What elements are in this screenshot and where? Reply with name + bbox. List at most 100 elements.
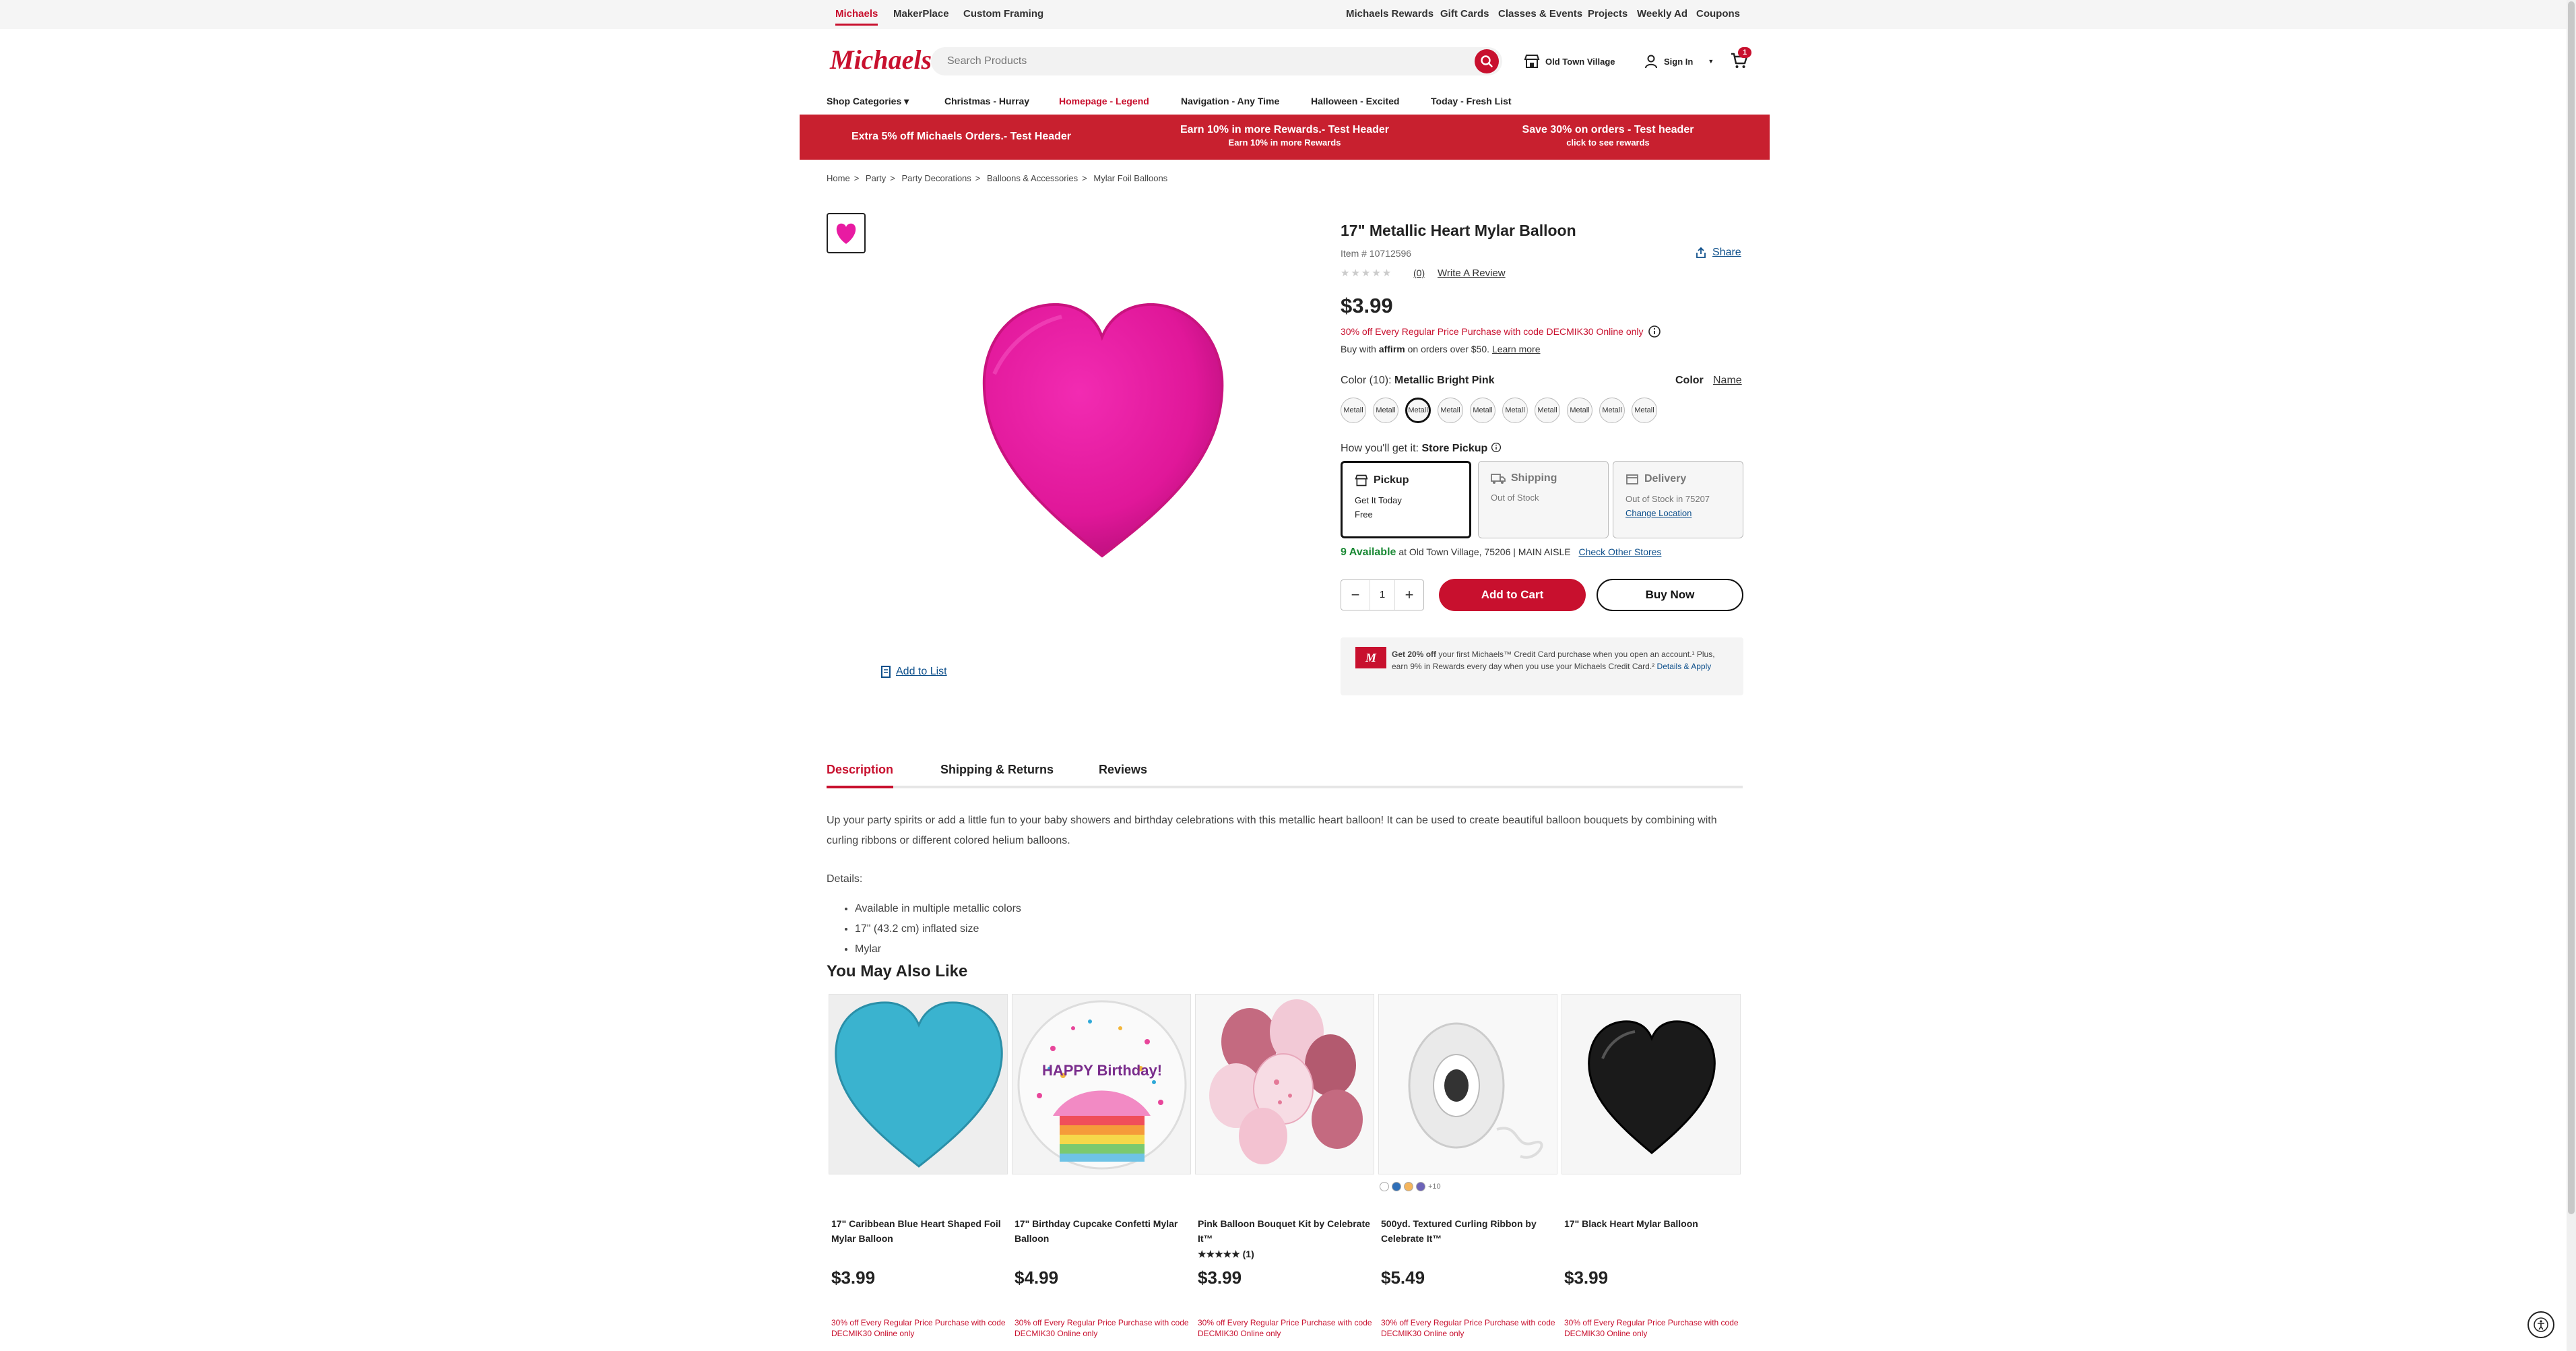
product-card[interactable]: Pink Balloon Bouquet Kit by Celebrate It… — [1195, 994, 1374, 1338]
color-swatch[interactable]: Metall — [1373, 398, 1398, 423]
color-swatches: Metall Metall Metall Metall Metall Metall Meta… — [1341, 398, 1657, 423]
color-label: Color (10): Metallic Bright Pink — [1341, 375, 1495, 387]
product-card[interactable]: 17" Caribbean Blue Heart Shaped Foil Myl… — [829, 994, 1008, 1338]
tab-description[interactable]: Description — [827, 763, 894, 788]
change-location-link[interactable]: Change Location — [1625, 508, 1692, 518]
swatch-blue[interactable] — [1392, 1182, 1401, 1191]
swatch-white[interactable] — [1380, 1182, 1389, 1191]
add-to-cart-button[interactable]: Add to Cart — [1439, 579, 1586, 611]
product-card-name[interactable]: 500yd. Textured Curling Ribbon by Celebr… — [1381, 1216, 1555, 1246]
name-view-toggle[interactable]: Name — [1713, 375, 1742, 387]
learn-more-link[interactable]: Learn more — [1492, 344, 1541, 354]
link-michaels-rewards[interactable]: Michaels Rewards — [1346, 8, 1434, 20]
tab-custom-framing[interactable]: Custom Framing — [963, 8, 1043, 20]
nav-navigation[interactable]: Navigation - Any Time — [1181, 96, 1279, 106]
product-price: $3.99 — [1341, 294, 1393, 317]
accessibility-icon — [2534, 1317, 2548, 1332]
swatch-orange[interactable] — [1404, 1182, 1413, 1191]
info-icon[interactable] — [1491, 442, 1502, 453]
delivery-option[interactable]: Delivery Out of Stock in 75207 Change Lo… — [1613, 461, 1743, 538]
color-swatch[interactable]: Metall — [1341, 398, 1366, 423]
shipping-title: Shipping — [1511, 472, 1557, 484]
crumb-balloons[interactable]: Balloons & Accessories — [987, 173, 1078, 183]
available-detail: at Old Town Village, 75206 | MAIN AISLE — [1398, 546, 1571, 557]
details-apply-link[interactable]: Details & Apply — [1657, 662, 1712, 671]
decrement-button[interactable]: − — [1341, 580, 1370, 610]
search-input[interactable] — [931, 47, 1443, 75]
curling-ribbon-image — [1408, 1022, 1543, 1159]
product-card-name[interactable]: 17" Caribbean Blue Heart Shaped Foil Myl… — [831, 1216, 1005, 1246]
tab-reviews[interactable]: Reviews — [1099, 763, 1147, 788]
crumb-party-decorations[interactable]: Party Decorations — [901, 173, 971, 183]
crumb-mylar[interactable]: Mylar Foil Balloons — [1093, 173, 1167, 183]
link-weekly-ad[interactable]: Weekly Ad — [1637, 8, 1687, 20]
link-coupons[interactable]: Coupons — [1696, 8, 1740, 20]
product-tabs: Description Shipping & Returns Reviews — [827, 763, 1743, 788]
quantity-value[interactable]: 1 — [1370, 580, 1395, 610]
promo-item-3[interactable]: Save 30% on orders - Test header click to… — [1446, 124, 1770, 148]
sign-in-button[interactable]: Sign In ▼ — [1644, 54, 1714, 69]
color-swatch[interactable]: Metall — [1599, 398, 1625, 423]
pickup-option[interactable]: Pickup Get It Today Free — [1341, 461, 1471, 538]
breadcrumb: Home > Party > Party Decorations > Balloons… — [827, 173, 1168, 183]
check-other-stores-link[interactable]: Check Other Stores — [1578, 546, 1661, 557]
color-swatch[interactable]: Metall — [1535, 398, 1560, 423]
share-icon — [1696, 247, 1706, 258]
link-classes-events[interactable]: Classes & Events — [1498, 8, 1582, 20]
product-thumbnail[interactable] — [827, 213, 866, 253]
store-name: Old Town Village — [1545, 56, 1615, 67]
you-may-also-like-title: You May Also Like — [827, 962, 968, 980]
product-card-name[interactable]: 17" Birthday Cupcake Confetti Mylar Ball… — [1015, 1216, 1188, 1246]
color-swatch[interactable]: Metall — [1438, 398, 1463, 423]
color-swatch[interactable]: Metall — [1502, 398, 1528, 423]
product-card-name[interactable]: Pink Balloon Bouquet Kit by Celebrate It… — [1198, 1216, 1372, 1246]
nav-shop-categories[interactable]: Shop Categories ▾ — [827, 96, 909, 107]
share-button[interactable]: Share — [1695, 247, 1741, 259]
nav-halloween[interactable]: Halloween - Excited — [1311, 96, 1399, 106]
increment-button[interactable]: + — [1395, 580, 1423, 610]
delivery-title: Delivery — [1644, 473, 1687, 484]
tab-shipping-returns[interactable]: Shipping & Returns — [940, 763, 1054, 788]
promo-item-1[interactable]: Extra 5% off Michaels Orders.- Test Head… — [800, 131, 1123, 143]
review-count[interactable]: (0) — [1413, 268, 1425, 278]
color-swatch[interactable]: Metall — [1632, 398, 1657, 423]
product-card[interactable]: 500yd. Textured Curling Ribbon by Celebr… — [1378, 994, 1557, 1338]
color-swatch[interactable]: Metall — [1470, 398, 1495, 423]
product-image-heart-balloon[interactable] — [967, 296, 1237, 566]
how-you-get-it: How you'll get it: Store Pickup — [1341, 442, 1502, 455]
crumb-home[interactable]: Home — [827, 173, 850, 183]
tab-michaels[interactable]: Michaels — [835, 8, 878, 26]
shipping-option[interactable]: Shipping Out of Stock — [1478, 461, 1609, 538]
tab-makerplace[interactable]: MakerPlace — [893, 8, 949, 20]
nav-today-fresh[interactable]: Today - Fresh List — [1431, 96, 1512, 106]
product-card-name[interactable]: 17" Black Heart Mylar Balloon — [1564, 1216, 1738, 1231]
nav-christmas[interactable]: Christmas - Hurray — [944, 96, 1029, 106]
crumb-party[interactable]: Party — [866, 173, 886, 183]
accessibility-button[interactable] — [2527, 1311, 2554, 1338]
search-button[interactable] — [1475, 49, 1499, 73]
nav-homepage-legend[interactable]: Homepage - Legend — [1059, 96, 1149, 106]
buy-now-button[interactable]: Buy Now — [1597, 579, 1743, 611]
product-card-price: $3.99 — [1198, 1267, 1242, 1288]
scrollbar-thumb[interactable] — [2568, 1, 2575, 1214]
color-view-toggle[interactable]: Color — [1675, 375, 1704, 387]
link-projects[interactable]: Projects — [1588, 8, 1628, 20]
product-card-image — [1378, 994, 1557, 1174]
color-swatch[interactable]: Metall — [1405, 398, 1431, 423]
link-gift-cards[interactable]: Gift Cards — [1440, 8, 1489, 20]
store-icon — [1524, 55, 1540, 68]
product-card-image — [829, 994, 1008, 1174]
promo-item-2[interactable]: Earn 10% in more Rewards.- Test Header Ea… — [1123, 124, 1446, 148]
store-icon — [1355, 474, 1368, 486]
swatch-purple[interactable] — [1416, 1182, 1425, 1191]
write-review-link[interactable]: Write A Review — [1438, 268, 1506, 279]
info-icon[interactable] — [1648, 325, 1661, 338]
michaels-logo[interactable]: Michaels — [830, 44, 932, 75]
product-card-image — [1195, 994, 1374, 1174]
more-swatches[interactable]: +10 — [1428, 1183, 1441, 1191]
product-card[interactable]: 17" Black Heart Mylar Balloon $3.99 30% … — [1561, 994, 1741, 1338]
add-to-list-link[interactable]: Add to List — [881, 666, 947, 678]
color-swatch[interactable]: Metall — [1567, 398, 1592, 423]
product-card[interactable]: HAPPY Birthday! 17" Birthday Cupcake Con… — [1012, 994, 1191, 1338]
store-selector[interactable]: Old Town Village — [1524, 54, 1615, 69]
